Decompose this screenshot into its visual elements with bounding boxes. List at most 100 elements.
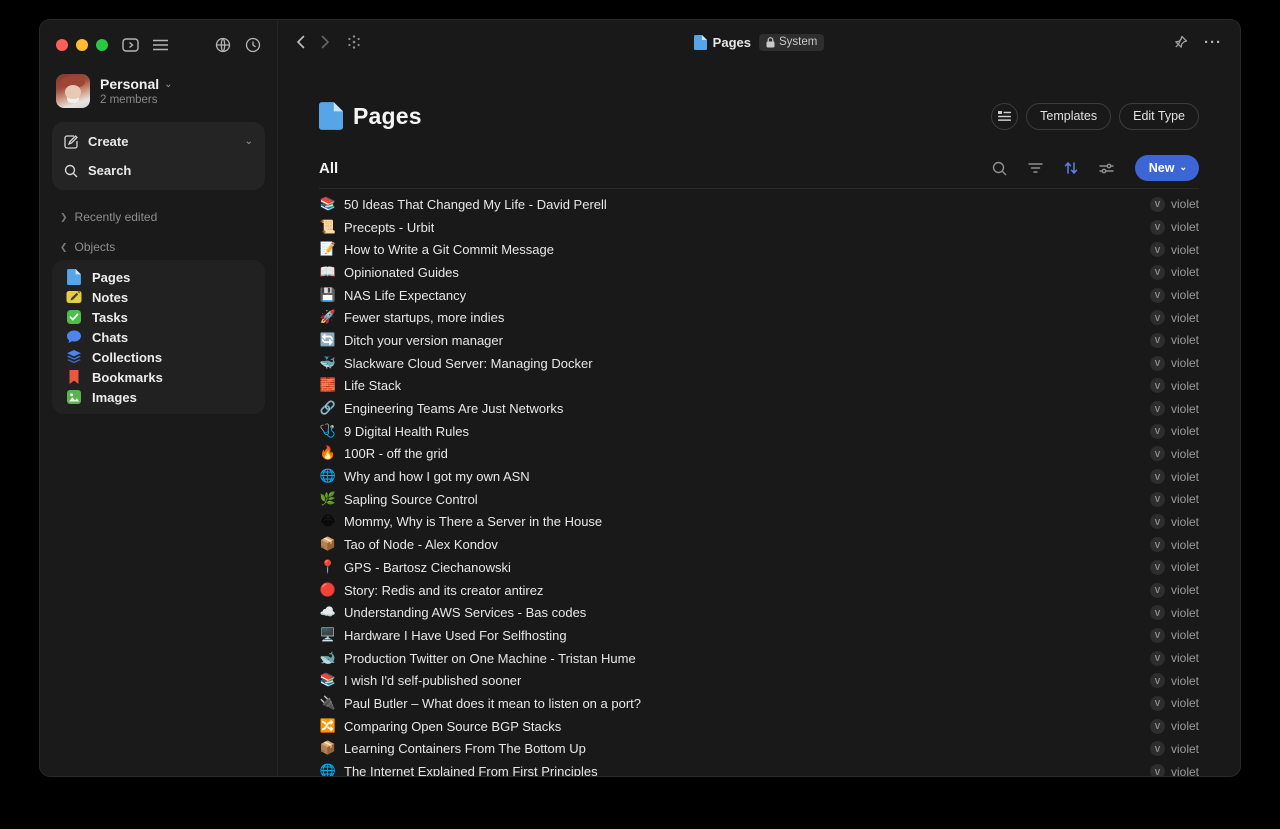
object-row[interactable]: 🌐 The Internet Explained From First Prin… [319, 760, 1199, 776]
tag-label[interactable]: violet [1171, 765, 1199, 776]
objects-section-toggle[interactable]: ❮ Objects [52, 234, 265, 260]
settings-sliders-icon[interactable] [1099, 162, 1114, 175]
tag-avatar: V [1150, 560, 1165, 575]
tag-label[interactable]: violet [1171, 470, 1199, 484]
tab-all[interactable]: All [319, 160, 338, 177]
tag-avatar: V [1150, 492, 1165, 507]
object-row[interactable]: 🖥️ Hardware I Have Used For Selfhosting … [319, 624, 1199, 647]
chevron-right-icon: ❯ [60, 212, 68, 223]
tag-label[interactable]: violet [1171, 606, 1199, 620]
sidebar-item-create[interactable]: Create ⌄ [52, 127, 265, 156]
tag-label[interactable]: violet [1171, 742, 1199, 756]
back-icon[interactable] [296, 35, 305, 49]
tag-label[interactable]: violet [1171, 674, 1199, 688]
workspace-switcher[interactable]: Personal ⌄ 2 members [52, 70, 265, 122]
tag-label[interactable]: violet [1171, 538, 1199, 552]
sidebar-object-item[interactable]: Chats [52, 327, 265, 347]
tag-label[interactable]: violet [1171, 628, 1199, 642]
forward-icon[interactable] [321, 35, 330, 49]
topbar-object-title[interactable]: Pages [694, 35, 751, 50]
templates-button[interactable]: Templates [1026, 103, 1111, 130]
sidebar-object-item[interactable]: Pages [52, 267, 265, 287]
toggle-sidebar-icon[interactable] [122, 38, 139, 52]
object-row[interactable]: 🚀 Fewer startups, more indies V violet [319, 306, 1199, 329]
object-title: Opinionated Guides [344, 265, 459, 280]
tag-label[interactable]: violet [1171, 560, 1199, 574]
tag-label[interactable]: violet [1171, 333, 1199, 347]
zoom-window-button[interactable] [96, 39, 108, 51]
workspace-name: Personal [100, 76, 159, 92]
history-clock-icon[interactable] [245, 37, 261, 53]
object-row[interactable]: 🩺 9 Digital Health Rules V violet [319, 420, 1199, 443]
tag-avatar: V [1150, 673, 1165, 688]
object-row[interactable]: 🐳 Slackware Cloud Server: Managing Docke… [319, 352, 1199, 375]
object-row[interactable]: ☁️ Understanding AWS Services - Bas code… [319, 601, 1199, 624]
object-row[interactable]: 🔥 100R - off the grid V violet [319, 443, 1199, 466]
object-row[interactable]: 😂 Mommy, Why is There a Server in the Ho… [319, 511, 1199, 534]
view-layout-button[interactable] [991, 103, 1018, 130]
object-row[interactable]: 🔄 Ditch your version manager V violet [319, 329, 1199, 352]
sidebar-object-item[interactable]: Tasks [52, 307, 265, 327]
tag-label[interactable]: violet [1171, 515, 1199, 529]
search-icon[interactable] [992, 161, 1007, 176]
tag-label[interactable]: violet [1171, 719, 1199, 733]
tag-label[interactable]: violet [1171, 197, 1199, 211]
chevron-down-icon[interactable]: ⌄ [245, 136, 253, 147]
tag-label[interactable]: violet [1171, 402, 1199, 416]
sidebar-object-item[interactable]: Images [52, 387, 265, 407]
object-row[interactable]: 📚 50 Ideas That Changed My Life - David … [319, 193, 1199, 216]
tag-label[interactable]: violet [1171, 447, 1199, 461]
menu-icon[interactable] [153, 39, 168, 51]
sidebar-object-item[interactable]: Notes [52, 287, 265, 307]
tag-label[interactable]: violet [1171, 379, 1199, 393]
more-icon[interactable]: ··· [1204, 34, 1222, 51]
object-row[interactable]: 🔴 Story: Redis and its creator antirez V… [319, 579, 1199, 602]
object-row[interactable]: 📍 GPS - Bartosz Ciechanowski V violet [319, 556, 1199, 579]
object-title: Production Twitter on One Machine - Tris… [344, 651, 636, 666]
object-row[interactable]: 🌐 Why and how I got my own ASN V violet [319, 465, 1199, 488]
minimize-window-button[interactable] [76, 39, 88, 51]
recently-edited-toggle[interactable]: ❯ Recently edited [52, 204, 265, 230]
tag-label[interactable]: violet [1171, 220, 1199, 234]
object-row[interactable]: 🌿 Sapling Source Control V violet [319, 488, 1199, 511]
object-row[interactable]: 📚 I wish I'd self-published sooner V vio… [319, 669, 1199, 692]
sidebar-object-label: Pages [92, 270, 130, 285]
object-row[interactable]: 🔀 Comparing Open Source BGP Stacks V vio… [319, 715, 1199, 738]
close-window-button[interactable] [56, 39, 68, 51]
object-row[interactable]: 📦 Learning Containers From The Bottom Up… [319, 738, 1199, 761]
graph-dots-icon[interactable] [346, 34, 362, 50]
tag-label[interactable]: violet [1171, 243, 1199, 257]
object-row[interactable]: 💾 NAS Life Expectancy V violet [319, 284, 1199, 307]
object-row[interactable]: 📝 How to Write a Git Commit Message V vi… [319, 238, 1199, 261]
object-emoji-icon: 📜 [319, 221, 337, 234]
object-row[interactable]: 📜 Precepts - Urbit V violet [319, 216, 1199, 239]
tag-label[interactable]: violet [1171, 356, 1199, 370]
tag-label[interactable]: violet [1171, 696, 1199, 710]
tag-avatar: V [1150, 378, 1165, 393]
pin-icon[interactable] [1173, 35, 1188, 50]
gallery-globe-icon[interactable] [215, 37, 231, 53]
object-row[interactable]: 📦 Tao of Node - Alex Kondov V violet [319, 533, 1199, 556]
object-row[interactable]: 🔌 Paul Butler – What does it mean to lis… [319, 692, 1199, 715]
object-row[interactable]: 🧱 Life Stack V violet [319, 375, 1199, 398]
create-search-card: Create ⌄ Search [52, 122, 265, 190]
sidebar-object-item[interactable]: Collections [52, 347, 265, 367]
object-row[interactable]: 🔗 Engineering Teams Are Just Networks V … [319, 397, 1199, 420]
tag-label[interactable]: violet [1171, 288, 1199, 302]
sidebar-item-search[interactable]: Search [52, 156, 265, 185]
edit-type-button[interactable]: Edit Type [1119, 103, 1199, 130]
tag-label[interactable]: violet [1171, 492, 1199, 506]
tag-label[interactable]: violet [1171, 311, 1199, 325]
tag-label[interactable]: violet [1171, 424, 1199, 438]
tag-label[interactable]: violet [1171, 265, 1199, 279]
sort-icon[interactable] [1064, 161, 1078, 175]
tag-label[interactable]: violet [1171, 651, 1199, 665]
object-row[interactable]: 🐋 Production Twitter on One Machine - Tr… [319, 647, 1199, 670]
new-object-button[interactable]: New ⌄ [1135, 155, 1199, 181]
object-title: NAS Life Expectancy [344, 288, 466, 303]
main-topbar: Pages System ··· [278, 20, 1240, 64]
object-row[interactable]: 📖 Opinionated Guides V violet [319, 261, 1199, 284]
sidebar-object-item[interactable]: Bookmarks [52, 367, 265, 387]
filter-icon[interactable] [1028, 162, 1043, 174]
tag-label[interactable]: violet [1171, 583, 1199, 597]
